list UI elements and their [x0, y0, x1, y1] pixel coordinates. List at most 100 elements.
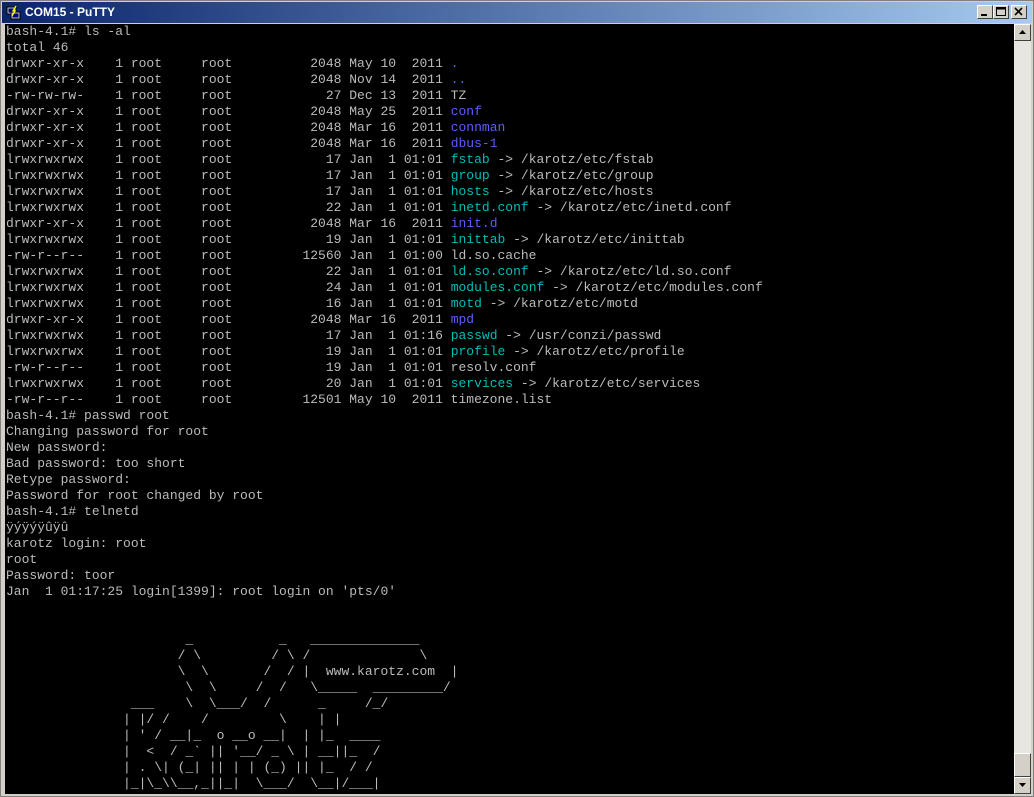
terminal-line: root	[6, 552, 763, 568]
terminal-line: drwxr-xr-x 1 root root 2048 May 25 2011 …	[6, 104, 763, 120]
terminal-line: lrwxrwxrwx 1 root root 17 Jan 1 01:01 gr…	[6, 168, 763, 184]
terminal-line: lrwxrwxrwx 1 root root 17 Jan 1 01:16 pa…	[6, 328, 763, 344]
scroll-thumb[interactable]	[1014, 753, 1031, 777]
terminal-line: Changing password for root	[6, 424, 763, 440]
terminal-text: New password:	[6, 440, 108, 455]
terminal-text: lrwxrwxrwx 1 root root 19 Jan 1 01:01	[6, 344, 451, 359]
directory-name: ..	[450, 72, 467, 87]
terminal-text: Password for root changed by root	[6, 488, 264, 503]
terminal-line: New password:	[6, 440, 763, 456]
terminal-line: lrwxrwxrwx 1 root root 20 Jan 1 01:01 se…	[6, 376, 763, 392]
terminal-text: lrwxrwxrwx 1 root root 19 Jan 1 01:01	[6, 232, 451, 247]
symlink-name: passwd	[450, 328, 498, 343]
terminal-line: lrwxrwxrwx 1 root root 19 Jan 1 01:01 in…	[6, 232, 763, 248]
terminal-screen[interactable]: bash-4.1# ls -al total 46 drwxr-xr-x 1 roo…	[5, 24, 1014, 794]
terminal-text: -> /karotz/etc/fstab	[489, 152, 654, 167]
scroll-down-button[interactable]	[1014, 777, 1031, 794]
terminal-text: -> /usr/conzi/passwd	[497, 328, 662, 343]
terminal-line: Bad password: too short	[6, 456, 763, 472]
terminal-line: lrwxrwxrwx 1 root root 16 Jan 1 01:01 mo…	[6, 296, 763, 312]
terminal-line: \ \ / / \_____ _________/	[6, 680, 763, 696]
terminal-text: total 46	[6, 40, 69, 55]
terminal-text: drwxr-xr-x 1 root root 2048 Nov 14 2011	[6, 72, 451, 87]
symlink-name: group	[450, 168, 490, 183]
close-button[interactable]	[1011, 5, 1027, 19]
terminal-text: lrwxrwxrwx 1 root root 22 Jan 1 01:01	[6, 264, 451, 279]
terminal-line: lrwxrwxrwx 1 root root 17 Jan 1 01:01 fs…	[6, 152, 763, 168]
vertical-scrollbar[interactable]	[1014, 24, 1031, 794]
terminal-line: Retype password:	[6, 472, 763, 488]
terminal-line: drwxr-xr-x 1 root root 2048 Mar 16 2011 …	[6, 120, 763, 136]
symlink-name: hosts	[450, 184, 490, 199]
terminal-text: Retype password:	[6, 472, 131, 487]
directory-name: dbus-1	[450, 136, 498, 151]
terminal-line: drwxr-xr-x 1 root root 2048 Mar 16 2011 …	[6, 312, 763, 328]
terminal-text: drwxr-xr-x 1 root root 2048 May 10 2011	[6, 56, 451, 71]
terminal-line: | < / _` || '__/ _ \ | __||_ /	[6, 744, 763, 760]
directory-name: mpd	[450, 312, 475, 327]
arrow-up-icon	[1019, 30, 1026, 34]
terminal-line: |_|\_\\__,_||_| \___/ \__|/___|	[6, 776, 763, 792]
terminal-text: drwxr-xr-x 1 root root 2048 Mar 16 2011	[6, 120, 451, 135]
terminal-text: -> /karotz/etc/hosts	[489, 184, 654, 199]
title-bar[interactable]: COM15 - PuTTY	[2, 2, 1032, 23]
terminal-line: lrwxrwxrwx 1 root root 17 Jan 1 01:01 ho…	[6, 184, 763, 200]
minimize-icon	[981, 14, 987, 16]
terminal-text: -> /karotz/etc/group	[489, 168, 654, 183]
terminal-text: drwxr-xr-x 1 root root 2048 Mar 16 2011	[6, 312, 451, 327]
directory-name: init.d	[450, 216, 498, 231]
terminal-text: -rw-r--r-- 1 root root 12560 Jan 1 01:00…	[6, 248, 537, 263]
terminal-output: bash-4.1# ls -al total 46 drwxr-xr-x 1 roo…	[6, 24, 763, 794]
terminal-line: -rw-r--r-- 1 root root 19 Jan 1 01:01 re…	[6, 360, 763, 376]
terminal-line: bash-4.1# passwd root	[6, 408, 763, 424]
scroll-up-button[interactable]	[1014, 24, 1031, 41]
symlink-name: fstab	[450, 152, 490, 167]
terminal-text: -> /karotz/etc/motd	[481, 296, 638, 311]
terminal-text: Password: toor	[6, 568, 116, 583]
terminal-text: _ _ ______________	[6, 632, 420, 647]
terminal-text: lrwxrwxrwx 1 root root 24 Jan 1 01:01	[6, 280, 451, 295]
terminal-text: drwxr-xr-x 1 root root 2048 Mar 16 2011	[6, 136, 451, 151]
symlink-name: services	[450, 376, 514, 391]
terminal-line: lrwxrwxrwx 1 root root 24 Jan 1 01:01 mo…	[6, 280, 763, 296]
terminal-text: karotz login: root	[6, 536, 147, 551]
maximize-icon	[996, 7, 1006, 16]
terminal-text: bash-4.1# ls -al	[6, 24, 131, 39]
terminal-text: ___ \ \___/ / _ /_/	[6, 696, 389, 711]
terminal-text: \ \ / / \_____ _________/	[6, 680, 451, 695]
minimize-button[interactable]	[977, 5, 993, 19]
terminal-text: -rw-r--r-- 1 root root 12501 May 10 2011…	[6, 392, 553, 407]
terminal-line: -rw-r--r-- 1 root root 12501 May 10 2011…	[6, 392, 763, 408]
terminal-text: / \ / \ / \	[6, 648, 428, 663]
terminal-text: Bad password: too short	[6, 456, 186, 471]
terminal-text: lrwxrwxrwx 1 root root 16 Jan 1 01:01	[6, 296, 451, 311]
symlink-name: profile	[450, 344, 506, 359]
symlink-name: ld.so.conf	[450, 264, 529, 279]
terminal-text: Changing password for root	[6, 424, 209, 439]
maximize-button[interactable]	[993, 5, 1009, 19]
terminal-line: ___ \ \___/ / _ /_/	[6, 696, 763, 712]
terminal-text: -rw-rw-rw- 1 root root 27 Dec 13 2011 TZ	[6, 88, 467, 103]
directory-name: connman	[450, 120, 506, 135]
terminal-text: | . \| (_| || | | (_) || |_ / /	[6, 760, 373, 775]
terminal-line: | |/ / / \ | |	[6, 712, 763, 728]
terminal-line: \ \ / / | www.karotz.com |	[6, 664, 763, 680]
terminal-text: | < / _` || '__/ _ \ | __||_ /	[6, 744, 381, 759]
terminal-line: karotz login: root	[6, 536, 763, 552]
symlink-name: inittab	[450, 232, 506, 247]
terminal-text: lrwxrwxrwx 1 root root 20 Jan 1 01:01	[6, 376, 451, 391]
terminal-text: lrwxrwxrwx 1 root root 22 Jan 1 01:01	[6, 200, 451, 215]
terminal-line: Password for root changed by root	[6, 488, 763, 504]
terminal-text: lrwxrwxrwx 1 root root 17 Jan 1 01:01	[6, 152, 451, 167]
terminal-line: lrwxrwxrwx 1 root root 19 Jan 1 01:01 pr…	[6, 344, 763, 360]
terminal-line: _ _ ______________	[6, 632, 763, 648]
terminal-line: Jan 1 01:17:25 login[1399]: root login o…	[6, 584, 763, 600]
terminal-text: -> /karotz/etc/ld.so.conf	[528, 264, 732, 279]
terminal-text: -rw-r--r-- 1 root root 19 Jan 1 01:01 re…	[6, 360, 537, 375]
terminal-text: lrwxrwxrwx 1 root root 17 Jan 1 01:01	[6, 168, 451, 183]
terminal-line: drwxr-xr-x 1 root root 2048 Nov 14 2011 …	[6, 72, 763, 88]
putty-icon[interactable]	[6, 5, 21, 20]
terminal-text: lrwxrwxrwx 1 root root 17 Jan 1 01:16	[6, 328, 451, 343]
